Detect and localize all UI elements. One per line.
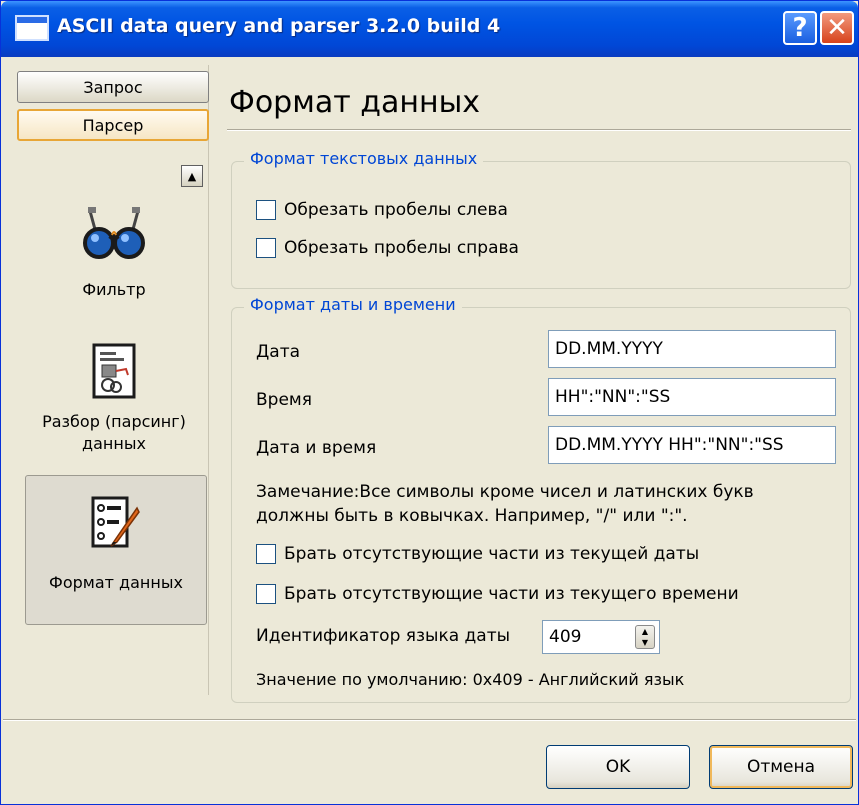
text-format-legend: Формат текстовых данных bbox=[244, 149, 484, 168]
spin-down-icon[interactable]: ▼ bbox=[642, 638, 648, 647]
trim-right-checkbox[interactable] bbox=[256, 238, 276, 258]
trim-left-option[interactable]: Обрезать пробелы слева bbox=[256, 200, 508, 220]
missing-date-label: Брать отсутствующие части из текущей дат… bbox=[284, 544, 700, 564]
window-title: ASCII data query and parser 3.2.0 build … bbox=[57, 15, 501, 37]
lang-id-spinbox[interactable]: ▲ ▼ bbox=[542, 620, 660, 654]
trim-right-option[interactable]: Обрезать пробелы справа bbox=[256, 238, 519, 258]
nav-item-format-label: Формат данных bbox=[49, 573, 183, 592]
nav-item-format[interactable]: Формат данных bbox=[25, 475, 207, 625]
time-label: Время bbox=[256, 390, 312, 410]
title-bar[interactable]: ASCII data query and parser 3.2.0 build … bbox=[1, 1, 858, 57]
nav-item-parse-label: Разбор (парсинг) данных bbox=[42, 412, 186, 453]
close-button[interactable]: ✕ bbox=[820, 11, 854, 45]
datetime-format-input[interactable] bbox=[548, 426, 836, 464]
missing-time-label: Брать отсутствующие части из текущего вр… bbox=[284, 584, 739, 604]
quoting-note-line-2: должны быть в ковычках. Например, "/" ил… bbox=[256, 506, 688, 526]
missing-date-option[interactable]: Брать отсутствующие части из текущей дат… bbox=[256, 544, 699, 564]
lang-id-spin-buttons[interactable]: ▲ ▼ bbox=[635, 625, 655, 649]
nav-tab-parser[interactable]: Парсер bbox=[17, 109, 209, 141]
app-window-icon bbox=[15, 15, 49, 41]
nav-tab-zapros[interactable]: Запрос bbox=[17, 71, 209, 103]
left-nav-panel: Запрос Парсер ▲ Фильтр Разбор (парсинг) … bbox=[9, 65, 209, 695]
format-list-pen-icon bbox=[91, 496, 140, 548]
time-format-input[interactable] bbox=[548, 378, 836, 416]
lang-id-label: Идентификатор языка даты bbox=[256, 626, 511, 646]
missing-time-option[interactable]: Брать отсутствующие части из текущего вр… bbox=[256, 584, 739, 604]
title-divider bbox=[227, 129, 851, 131]
help-button[interactable]: ? bbox=[783, 11, 817, 45]
text-format-group: Формат текстовых данных Обрезать пробелы… bbox=[231, 149, 851, 289]
dialog-window: ASCII data query and parser 3.2.0 build … bbox=[0, 0, 859, 805]
page-title: Формат данных bbox=[229, 85, 481, 120]
parse-document-icon bbox=[92, 343, 136, 399]
datetime-format-group: Формат даты и времени Дата Время Дата и … bbox=[231, 295, 851, 703]
scroll-up-button[interactable]: ▲ bbox=[181, 165, 203, 187]
quoting-note-line-1: Замечание:Все символы кроме чисел и лати… bbox=[256, 482, 754, 502]
footer-divider bbox=[3, 719, 856, 721]
date-label: Дата bbox=[256, 342, 301, 362]
nav-item-parse[interactable]: Разбор (парсинг) данных bbox=[23, 343, 205, 473]
cancel-button[interactable]: Отмена bbox=[709, 745, 853, 789]
glasses-icon bbox=[83, 207, 145, 259]
datetime-label: Дата и время bbox=[256, 438, 377, 458]
nav-item-filter[interactable]: Фильтр bbox=[23, 195, 205, 315]
lang-id-input[interactable] bbox=[543, 621, 631, 653]
missing-date-checkbox[interactable] bbox=[256, 544, 276, 564]
datetime-format-legend: Формат даты и времени bbox=[244, 295, 462, 314]
missing-time-checkbox[interactable] bbox=[256, 584, 276, 604]
spin-up-icon[interactable]: ▲ bbox=[642, 627, 648, 636]
quoting-note: Замечание:Все символы кроме чисел и лати… bbox=[256, 480, 836, 528]
date-format-input[interactable] bbox=[548, 330, 836, 368]
nav-item-filter-label: Фильтр bbox=[82, 280, 146, 299]
trim-left-checkbox[interactable] bbox=[256, 200, 276, 220]
trim-right-label: Обрезать пробелы справа bbox=[284, 238, 519, 258]
trim-left-label: Обрезать пробелы слева bbox=[284, 200, 508, 220]
ok-button[interactable]: OK bbox=[546, 745, 690, 789]
default-value-note: Значение по умолчанию: 0x409 - Английски… bbox=[256, 670, 685, 689]
